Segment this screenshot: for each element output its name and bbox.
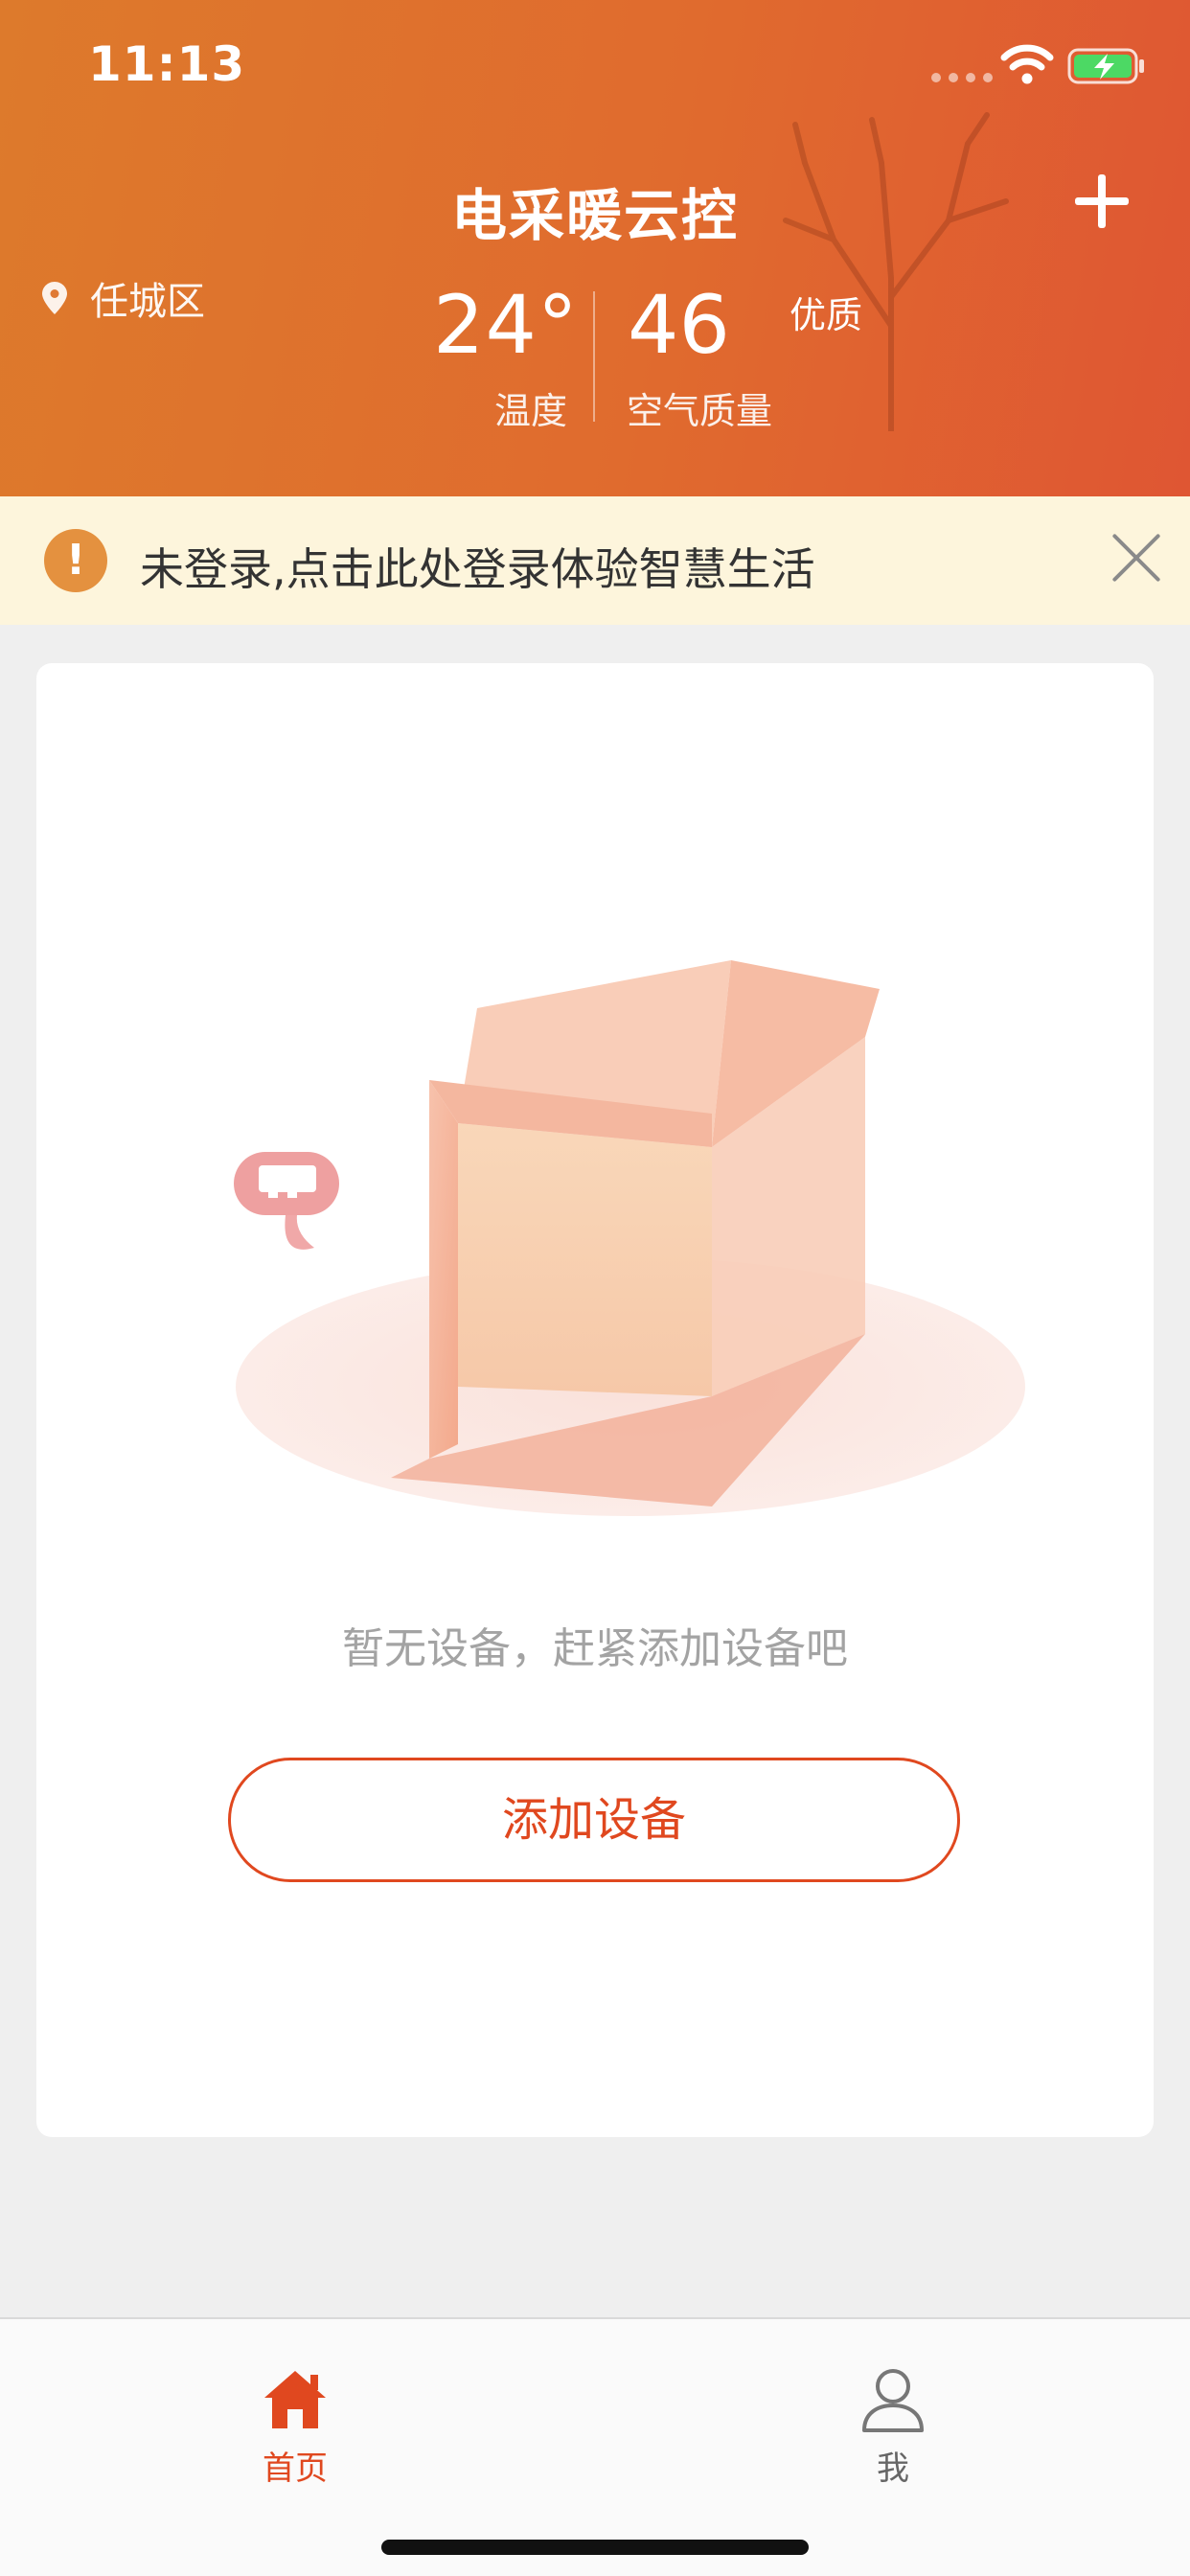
battery-charging-icon	[1067, 48, 1144, 84]
location-pin-icon	[42, 282, 67, 314]
tab-me-label: 我	[877, 2450, 909, 2488]
device-card: 暂无设备，赶紧添加设备吧 添加设备	[36, 663, 1154, 2137]
screen: 11:13 电采暖云控 任城区 24° 温度 46 空气质量 优质 ! 未登录,…	[0, 0, 1190, 2576]
temperature-value: 24°	[433, 278, 579, 372]
tab-me[interactable]: 我	[816, 2354, 970, 2497]
status-time: 11:13	[88, 36, 246, 92]
tab-home-label: 首页	[263, 2450, 328, 2488]
add-device-button[interactable]: 添加设备	[228, 1758, 960, 1882]
add-icon[interactable]	[1073, 172, 1131, 230]
air-quality-value: 46	[628, 278, 730, 372]
header: 11:13 电采暖云控 任城区 24° 温度 46 空气质量 优质	[0, 0, 1190, 496]
person-icon	[862, 2369, 924, 2432]
status-bar: 11:13	[0, 0, 1190, 134]
wifi-icon	[1000, 44, 1054, 84]
empty-state-message: 暂无设备，赶紧添加设备吧	[342, 1624, 848, 1673]
air-quality-label: 空气质量	[627, 390, 773, 432]
login-banner[interactable]: ! 未登录,点击此处登录体验智慧生活	[0, 496, 1190, 625]
warning-icon: !	[44, 529, 107, 592]
location-name: 任城区	[90, 280, 205, 324]
weather-divider	[593, 291, 595, 422]
home-indicator[interactable]	[381, 2540, 809, 2555]
close-icon[interactable]	[1110, 531, 1163, 585]
tab-bar: 首页 我	[0, 2317, 1190, 2576]
cellular-signal-icon	[931, 73, 993, 82]
location-selector[interactable]: 任城区	[42, 270, 205, 326]
air-quality-level: 优质	[790, 294, 863, 336]
home-icon	[264, 2371, 326, 2428]
tree-decoration-icon	[783, 112, 1009, 431]
empty-box-illustration	[234, 960, 1025, 1516]
tab-home[interactable]: 首页	[218, 2354, 372, 2497]
app-title: 电采暖云控	[450, 183, 739, 248]
temperature-label: 温度	[494, 390, 568, 432]
login-banner-text: 未登录,点击此处登录体验智慧生活	[140, 543, 815, 595]
